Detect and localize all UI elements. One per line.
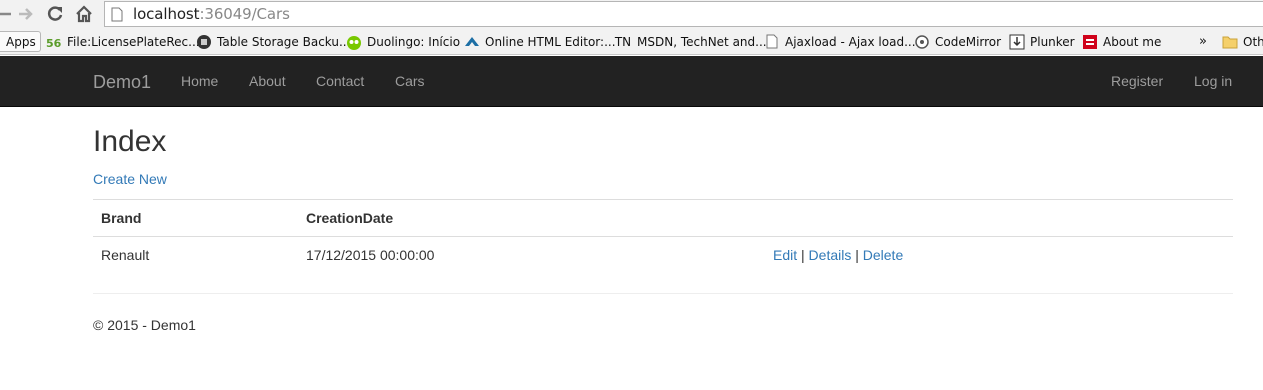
editor-icon (464, 34, 480, 50)
reload-icon[interactable] (44, 3, 66, 25)
bookmark-other[interactable]: Oth (1222, 32, 1263, 51)
overflow-chevron-icon: » (1199, 34, 1207, 49)
create-new-link[interactable]: Create New (93, 171, 167, 187)
details-link[interactable]: Details (809, 247, 852, 263)
back-icon[interactable] (0, 3, 14, 25)
nav-login[interactable]: Log in (1194, 73, 1232, 89)
bookmark-codemirror[interactable]: CodeMirror (914, 32, 1001, 51)
edit-link[interactable]: Edit (773, 247, 797, 263)
brand-link[interactable]: Demo1 (93, 72, 151, 93)
cell-creation-date: 17/12/2015 00:00:00 (306, 247, 435, 263)
bookmarks-bar: Apps 56 File:LicensePlateRec... Table St… (0, 28, 1263, 55)
nav-contact[interactable]: Contact (316, 73, 364, 89)
bookmark-label: Oth (1243, 34, 1263, 49)
bookmark-licenseplate[interactable]: 56 File:LicensePlateRec... (46, 32, 200, 51)
bookmark-ajaxload[interactable]: Ajaxload - Ajax load... (764, 32, 916, 51)
bookmark-plunker[interactable]: Plunker (1009, 32, 1075, 51)
bookmark-label: Ajaxload - Ajax load... (785, 34, 916, 49)
bookmark-html-editor[interactable]: Online HTML Editor:... (464, 32, 616, 51)
footer-text: © 2015 - Demo1 (93, 317, 196, 333)
page-title: Index (93, 125, 167, 158)
wiki-icon: 56 (46, 34, 62, 50)
browser-toolbar: localhost:36049/Cars (0, 0, 1263, 28)
owl-icon (346, 34, 362, 50)
tn-icon: TN (614, 34, 632, 49)
download-icon (1009, 34, 1025, 50)
folder-icon (1222, 34, 1238, 50)
apps-label: Apps (6, 34, 36, 49)
url-path: :36049/Cars (199, 5, 290, 23)
bookmarks-overflow-button[interactable]: » (1199, 32, 1207, 51)
nav-about[interactable]: About (249, 73, 286, 89)
table-top-border (93, 199, 1233, 200)
square-icon (1082, 34, 1098, 50)
bookmark-about-me[interactable]: About me (1082, 32, 1161, 51)
url-host: localhost (133, 5, 200, 23)
bookmark-msdn[interactable]: TN MSDN, TechNet and... (614, 32, 767, 51)
page-icon (764, 34, 780, 50)
home-icon[interactable] (73, 3, 95, 25)
separator: | (855, 247, 859, 263)
separator: | (801, 247, 805, 263)
table-header-border (93, 236, 1233, 237)
address-bar[interactable]: localhost:36049/Cars (104, 1, 1263, 27)
row-actions: Edit | Details | Delete (773, 247, 903, 263)
bookmark-apps[interactable]: Apps (0, 31, 41, 52)
delete-link[interactable]: Delete (863, 247, 903, 263)
nav-cars[interactable]: Cars (395, 73, 425, 89)
cell-brand: Renault (101, 247, 150, 263)
app-navbar: Demo1 Home About Contact Cars Register L… (0, 56, 1263, 107)
footer-divider (93, 293, 1233, 294)
bookmark-label: About me (1103, 34, 1162, 49)
forward-icon[interactable] (15, 3, 37, 25)
codemirror-icon (914, 34, 930, 50)
storage-icon (196, 34, 212, 50)
bookmark-label: Plunker (1030, 34, 1075, 49)
bookmark-label: CodeMirror (935, 34, 1002, 49)
nav-home[interactable]: Home (181, 73, 218, 89)
bookmark-duolingo[interactable]: Duolingo: Início (346, 32, 460, 51)
nav-register[interactable]: Register (1111, 73, 1163, 89)
bookmark-table-storage[interactable]: Table Storage Backu... (196, 32, 350, 51)
column-header-creation-date: CreationDate (306, 210, 394, 226)
url-text: localhost:36049/Cars (133, 5, 290, 23)
column-header-brand: Brand (101, 210, 142, 226)
bookmark-label: File:LicensePlateRec... (67, 34, 200, 49)
bookmark-label: Online HTML Editor:... (485, 34, 616, 49)
bookmark-label: MSDN, TechNet and... (637, 34, 767, 49)
page-icon (111, 6, 125, 22)
bookmark-label: Duolingo: Início (367, 34, 461, 49)
svg-text:56: 56 (46, 37, 62, 49)
bookmark-label: Table Storage Backu... (217, 34, 351, 49)
